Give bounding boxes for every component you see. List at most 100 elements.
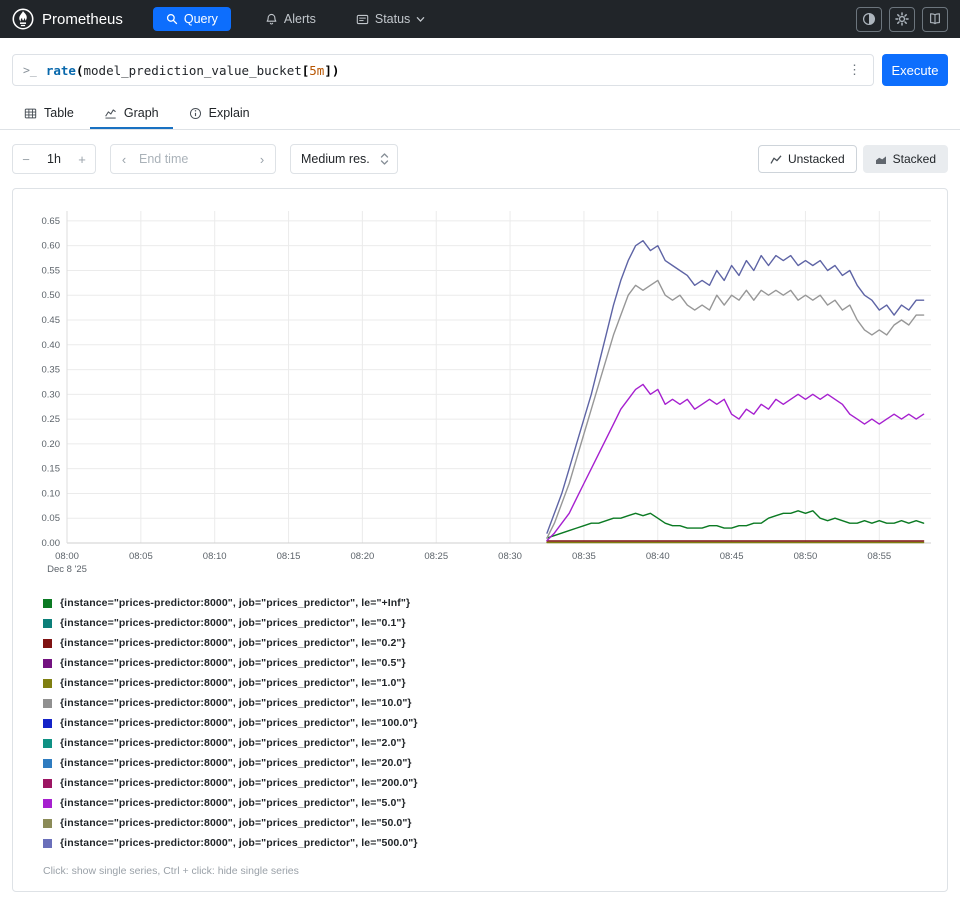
time-back-button[interactable]: ‹	[111, 145, 137, 173]
legend-swatch	[43, 699, 52, 708]
status-icon	[356, 13, 369, 26]
legend-label: {instance="prices-predictor:8000", job="…	[60, 817, 412, 829]
svg-text:0.50: 0.50	[42, 290, 61, 301]
svg-text:0.25: 0.25	[42, 414, 61, 425]
range-value[interactable]: 1h	[39, 152, 69, 166]
view-tabs: Table Graph Explain	[0, 98, 960, 130]
promql-expression[interactable]: rate(model_prediction_value_bucket[5m])	[46, 63, 837, 78]
range-stepper: − 1h +	[12, 144, 96, 174]
unstacked-label: Unstacked	[788, 152, 845, 166]
legend-swatch	[43, 659, 52, 668]
nav-query-button[interactable]: Query	[153, 7, 231, 31]
legend-item[interactable]: {instance="prices-predictor:8000", job="…	[43, 737, 939, 749]
stack-toggle: Unstacked Stacked	[758, 145, 948, 173]
legend-label: {instance="prices-predictor:8000", job="…	[60, 837, 418, 849]
graph-controls: − 1h + ‹ › Medium res. Unstacked	[12, 144, 948, 174]
end-time-picker: ‹ ›	[110, 144, 276, 174]
nav-alerts-button[interactable]: Alerts	[259, 11, 322, 27]
svg-text:0.40: 0.40	[42, 340, 61, 351]
legend-swatch	[43, 839, 52, 848]
legend-item[interactable]: {instance="prices-predictor:8000", job="…	[43, 717, 939, 729]
legend-item[interactable]: {instance="prices-predictor:8000", job="…	[43, 657, 939, 669]
nav-status-label: Status	[375, 12, 410, 26]
legend-item[interactable]: {instance="prices-predictor:8000", job="…	[43, 637, 939, 649]
expression-input[interactable]: >_ rate(model_prediction_value_bucket[5m…	[12, 54, 874, 86]
unstacked-button[interactable]: Unstacked	[758, 145, 857, 173]
end-time-input[interactable]	[137, 151, 249, 167]
legend-swatch	[43, 759, 52, 768]
legend-swatch	[43, 799, 52, 808]
svg-text:0.45: 0.45	[42, 315, 61, 326]
theme-toggle-button[interactable]	[856, 7, 882, 32]
legend-item[interactable]: {instance="prices-predictor:8000", job="…	[43, 617, 939, 629]
brand[interactable]: Prometheus	[12, 8, 123, 30]
nav-alerts-label: Alerts	[284, 12, 316, 26]
docs-button[interactable]	[922, 7, 948, 32]
legend-swatch	[43, 599, 52, 608]
tab-graph[interactable]: Graph	[90, 98, 173, 129]
graph-panel: 0.000.050.100.150.200.250.300.350.400.45…	[12, 188, 948, 892]
legend-label: {instance="prices-predictor:8000", job="…	[60, 737, 406, 749]
tab-explain[interactable]: Explain	[175, 98, 264, 129]
svg-text:0.10: 0.10	[42, 488, 61, 499]
legend-label: {instance="prices-predictor:8000", job="…	[60, 797, 406, 809]
legend-swatch	[43, 739, 52, 748]
legend: {instance="prices-predictor:8000", job="…	[43, 597, 939, 849]
svg-text:0.65: 0.65	[42, 216, 61, 227]
svg-text:0.35: 0.35	[42, 365, 61, 376]
legend-label: {instance="prices-predictor:8000", job="…	[60, 717, 418, 729]
legend-label: {instance="prices-predictor:8000", job="…	[60, 657, 406, 669]
book-icon	[928, 12, 942, 26]
query-row: >_ rate(model_prediction_value_bucket[5m…	[12, 54, 948, 86]
svg-text:08:00: 08:00	[55, 551, 79, 562]
legend-item[interactable]: {instance="prices-predictor:8000", job="…	[43, 597, 939, 609]
svg-text:0.60: 0.60	[42, 241, 61, 252]
chart[interactable]: 0.000.050.100.150.200.250.300.350.400.45…	[21, 201, 937, 587]
range-increase-button[interactable]: +	[69, 145, 95, 173]
tab-graph-label: Graph	[124, 106, 159, 120]
tab-table-label: Table	[44, 106, 74, 120]
promql-paren-open: (	[76, 63, 84, 78]
stacked-label: Stacked	[893, 152, 936, 166]
legend-swatch	[43, 779, 52, 788]
kebab-menu-icon[interactable]: ⋮	[846, 62, 863, 78]
svg-text:08:25: 08:25	[424, 551, 448, 562]
legend-item[interactable]: {instance="prices-predictor:8000", job="…	[43, 797, 939, 809]
tab-table[interactable]: Table	[10, 98, 88, 129]
legend-label: {instance="prices-predictor:8000", job="…	[60, 637, 406, 649]
legend-item[interactable]: {instance="prices-predictor:8000", job="…	[43, 697, 939, 709]
nav-query-label: Query	[184, 12, 218, 26]
legend-item[interactable]: {instance="prices-predictor:8000", job="…	[43, 777, 939, 789]
tab-explain-label: Explain	[209, 106, 250, 120]
chevron-down-icon	[416, 15, 425, 24]
svg-text:Dec 8 '25: Dec 8 '25	[47, 564, 87, 575]
resolution-select[interactable]: Medium res.	[290, 144, 398, 174]
execute-button[interactable]: Execute	[882, 54, 948, 86]
legend-item[interactable]: {instance="prices-predictor:8000", job="…	[43, 677, 939, 689]
legend-label: {instance="prices-predictor:8000", job="…	[60, 697, 412, 709]
select-stepper-icon	[380, 152, 389, 166]
promql-paren-close: )	[332, 63, 340, 78]
svg-text:0.30: 0.30	[42, 389, 61, 400]
promql-metric: model_prediction_value_bucket	[84, 63, 302, 78]
legend-label: {instance="prices-predictor:8000", job="…	[60, 617, 406, 629]
legend-item[interactable]: {instance="prices-predictor:8000", job="…	[43, 757, 939, 769]
svg-text:08:05: 08:05	[129, 551, 153, 562]
range-decrease-button[interactable]: −	[13, 145, 39, 173]
promql-function: rate	[46, 63, 76, 78]
table-icon	[24, 107, 37, 120]
settings-button[interactable]	[889, 7, 915, 32]
legend-item[interactable]: {instance="prices-predictor:8000", job="…	[43, 817, 939, 829]
stacked-button[interactable]: Stacked	[863, 145, 948, 173]
nav-status-button[interactable]: Status	[350, 11, 431, 27]
svg-text:08:35: 08:35	[572, 551, 596, 562]
gear-icon	[895, 12, 909, 26]
legend-item[interactable]: {instance="prices-predictor:8000", job="…	[43, 837, 939, 849]
bell-icon	[265, 13, 278, 26]
svg-text:08:50: 08:50	[794, 551, 818, 562]
legend-label: {instance="prices-predictor:8000", job="…	[60, 597, 410, 609]
svg-text:08:30: 08:30	[498, 551, 522, 562]
svg-text:08:10: 08:10	[203, 551, 227, 562]
time-forward-button[interactable]: ›	[249, 145, 275, 173]
legend-label: {instance="prices-predictor:8000", job="…	[60, 777, 418, 789]
